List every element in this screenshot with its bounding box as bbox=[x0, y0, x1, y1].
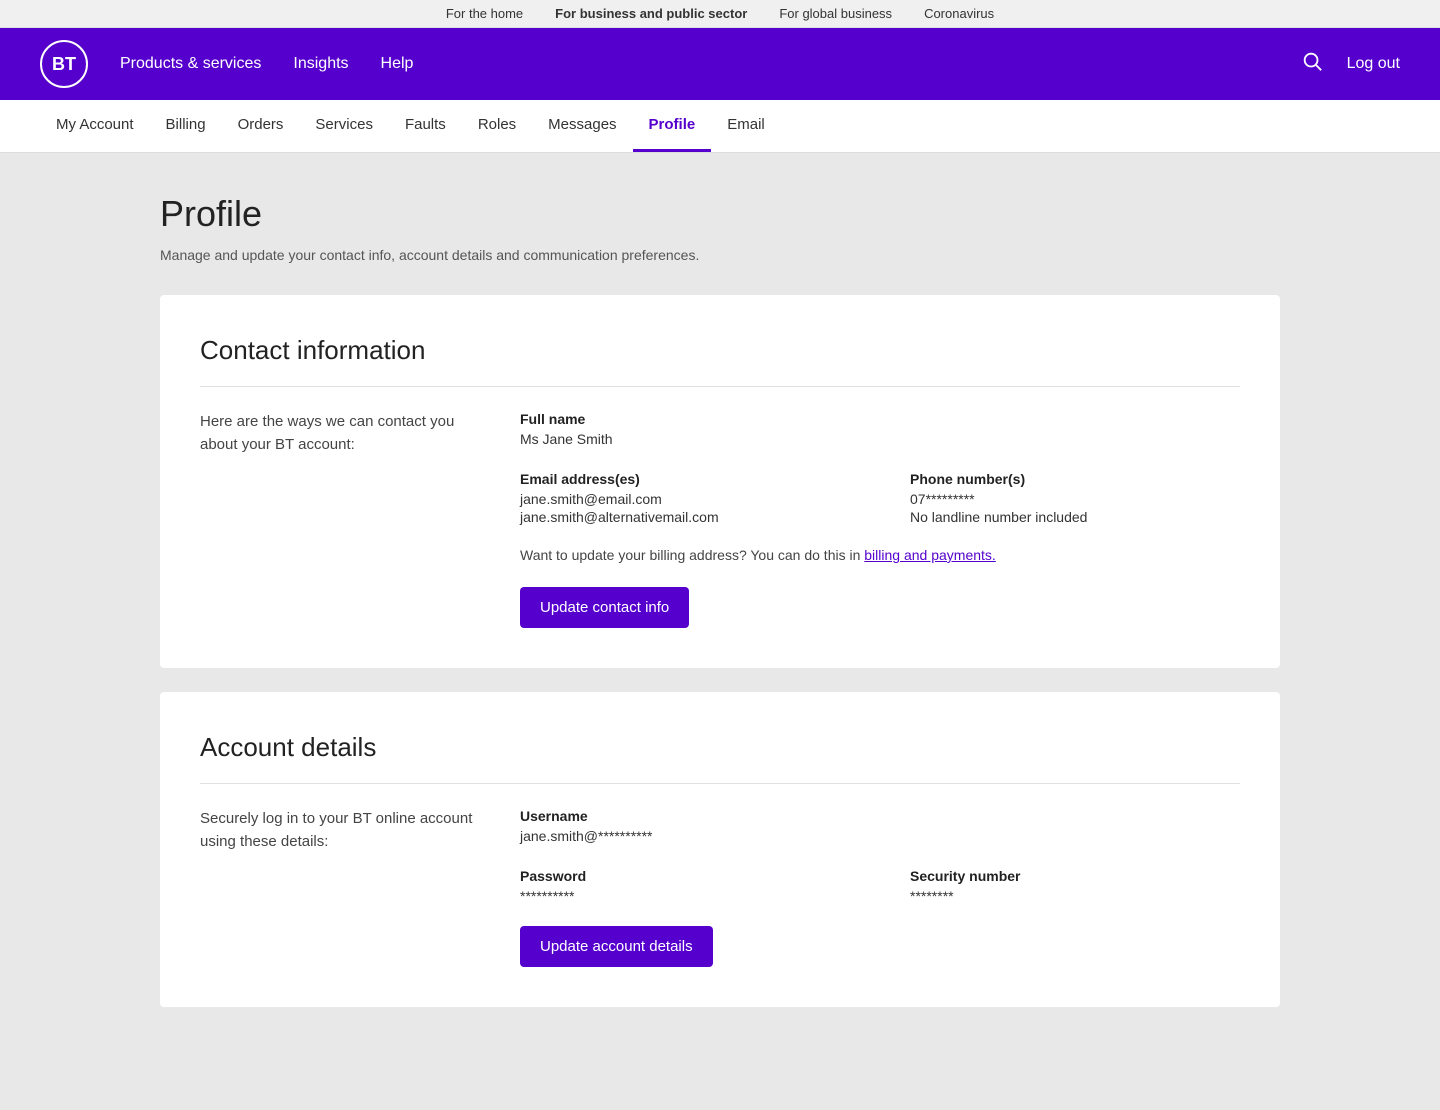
subnav-orders[interactable]: Orders bbox=[222, 100, 300, 152]
main-nav: Products & services Insights Help bbox=[120, 55, 1301, 73]
subnav-my-account[interactable]: My Account bbox=[40, 100, 150, 152]
full-name-label: Full name bbox=[520, 411, 1240, 427]
email-2-value: jane.smith@alternativemail.com bbox=[520, 509, 850, 525]
account-details-description: Securely log in to your BT online accoun… bbox=[200, 808, 480, 853]
phone-col: Phone number(s) 07********* No landline … bbox=[910, 471, 1240, 527]
bt-logo[interactable]: BT bbox=[40, 40, 88, 88]
top-bar-home-link[interactable]: For the home bbox=[446, 6, 523, 21]
subnav-billing[interactable]: Billing bbox=[150, 100, 222, 152]
full-name-section: Full name Ms Jane Smith bbox=[520, 411, 1240, 447]
search-button[interactable] bbox=[1301, 50, 1323, 78]
sub-nav: My Account Billing Orders Services Fault… bbox=[0, 100, 1440, 153]
password-col: Password ********** bbox=[520, 868, 850, 906]
page-subtitle: Manage and update your contact info, acc… bbox=[160, 247, 1280, 263]
contact-info-card: Contact information Here are the ways we… bbox=[160, 295, 1280, 668]
nav-products[interactable]: Products & services bbox=[120, 55, 261, 73]
top-bar-global-link[interactable]: For global business bbox=[779, 6, 892, 21]
contact-info-title: Contact information bbox=[200, 335, 1240, 387]
logout-button[interactable]: Log out bbox=[1347, 55, 1400, 73]
username-value: jane.smith@********** bbox=[520, 828, 1240, 844]
contact-info-right: Full name Ms Jane Smith Email address(es… bbox=[520, 411, 1240, 628]
account-details-card: Account details Securely log in to your … bbox=[160, 692, 1280, 1007]
search-icon bbox=[1301, 50, 1323, 72]
account-details-left: Securely log in to your BT online accoun… bbox=[200, 808, 480, 967]
contact-info-description: Here are the ways we can contact you abo… bbox=[200, 411, 480, 456]
main-header: BT Products & services Insights Help Log… bbox=[0, 28, 1440, 100]
security-label: Security number bbox=[910, 868, 1240, 884]
logo-text: BT bbox=[52, 54, 76, 75]
subnav-messages[interactable]: Messages bbox=[532, 100, 632, 152]
update-contact-button[interactable]: Update contact info bbox=[520, 587, 689, 628]
top-bar-covid-link[interactable]: Coronavirus bbox=[924, 6, 994, 21]
subnav-services[interactable]: Services bbox=[299, 100, 389, 152]
billing-note: Want to update your billing address? You… bbox=[520, 547, 1240, 563]
contact-info-left: Here are the ways we can contact you abo… bbox=[200, 411, 480, 628]
billing-payments-link[interactable]: billing and payments. bbox=[864, 547, 996, 563]
subnav-roles[interactable]: Roles bbox=[462, 100, 532, 152]
subnav-email[interactable]: Email bbox=[711, 100, 781, 152]
email-1-value: jane.smith@email.com bbox=[520, 491, 850, 507]
page-title: Profile bbox=[160, 193, 1280, 235]
email-col: Email address(es) jane.smith@email.com j… bbox=[520, 471, 850, 527]
update-account-button[interactable]: Update account details bbox=[520, 926, 713, 967]
phone-value: 07********* bbox=[910, 491, 1240, 507]
security-value: ******** bbox=[910, 888, 1240, 904]
page-content: Profile Manage and update your contact i… bbox=[120, 153, 1320, 1071]
contact-info-body: Here are the ways we can contact you abo… bbox=[200, 411, 1240, 628]
top-bar-business-link[interactable]: For business and public sector bbox=[555, 6, 747, 21]
contact-columns: Email address(es) jane.smith@email.com j… bbox=[520, 471, 1240, 527]
account-details-right: Username jane.smith@********** Password … bbox=[520, 808, 1240, 967]
subnav-profile[interactable]: Profile bbox=[633, 100, 712, 152]
username-label: Username bbox=[520, 808, 1240, 824]
nav-insights[interactable]: Insights bbox=[293, 55, 348, 73]
account-details-body: Securely log in to your BT online accoun… bbox=[200, 808, 1240, 967]
username-section: Username jane.smith@********** bbox=[520, 808, 1240, 844]
nav-help[interactable]: Help bbox=[381, 55, 414, 73]
password-label: Password bbox=[520, 868, 850, 884]
full-name-value: Ms Jane Smith bbox=[520, 431, 1240, 447]
account-details-title: Account details bbox=[200, 732, 1240, 784]
email-label: Email address(es) bbox=[520, 471, 850, 487]
header-actions: Log out bbox=[1301, 50, 1400, 78]
subnav-faults[interactable]: Faults bbox=[389, 100, 462, 152]
top-bar: For the home For business and public sec… bbox=[0, 0, 1440, 28]
password-value: ********** bbox=[520, 888, 850, 904]
security-col: Security number ******** bbox=[910, 868, 1240, 906]
account-columns: Password ********** Security number ****… bbox=[520, 868, 1240, 906]
landline-value: No landline number included bbox=[910, 509, 1240, 525]
phone-label: Phone number(s) bbox=[910, 471, 1240, 487]
